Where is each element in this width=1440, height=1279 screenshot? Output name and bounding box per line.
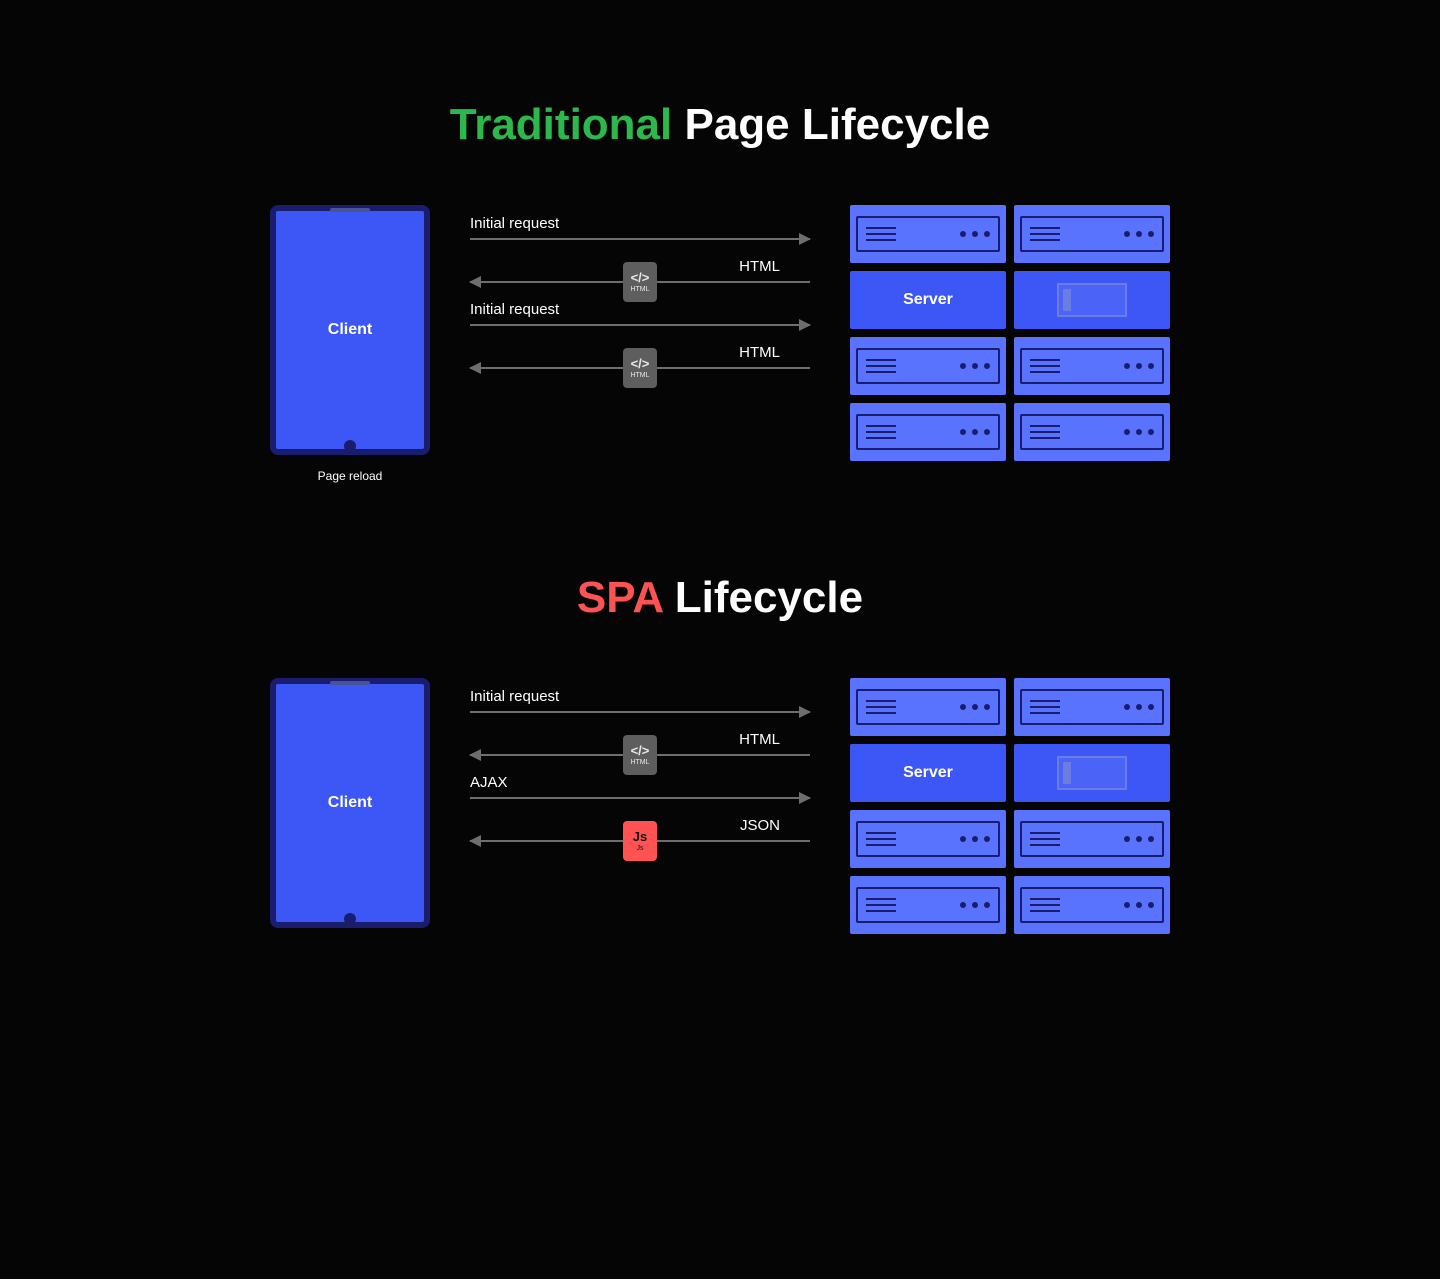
arrow-row: Initial request <box>470 215 810 240</box>
html-file-icon: </> HTML <box>623 735 657 775</box>
server-rack-icon <box>1014 810 1170 868</box>
server-rack-icon <box>850 678 1006 736</box>
arrow-left-icon: </> HTML <box>470 281 810 283</box>
arrow-right-icon <box>470 711 810 713</box>
file-glyph: </> <box>631 357 650 370</box>
server-rack-icon <box>1014 337 1170 395</box>
server-label: Server <box>850 271 1006 329</box>
server-rack-icon <box>1014 876 1170 934</box>
server-rack-icon <box>1014 678 1170 736</box>
server-rack-icon <box>850 403 1006 461</box>
diagram-spa: Client Initial request HTML </> HTML AJA… <box>137 678 1303 934</box>
client-phone-icon: Client <box>270 205 430 455</box>
file-caption: HTML <box>630 286 649 293</box>
arrow-left-icon: </> HTML <box>470 367 810 369</box>
file-glyph: </> <box>631 744 650 757</box>
title-rest: Lifecycle <box>675 573 863 622</box>
arrow-left-icon: </> HTML <box>470 754 810 756</box>
arrow-left-icon: Js Js <box>470 840 810 842</box>
server-rack-icon <box>1014 403 1170 461</box>
js-file-icon: Js Js <box>623 821 657 861</box>
arrow-right-icon <box>470 238 810 240</box>
arrow-row: HTML </> HTML <box>470 258 810 283</box>
title-rest: Page Lifecycle <box>684 100 990 149</box>
html-file-icon: </> HTML <box>623 262 657 302</box>
server-label: Server <box>850 744 1006 802</box>
client-label: Client <box>328 794 372 812</box>
server-monitor-icon <box>1014 744 1170 802</box>
file-glyph: Js <box>633 830 647 843</box>
server-rack-icon <box>850 337 1006 395</box>
arrow-row: HTML </> HTML <box>470 731 810 756</box>
file-caption: HTML <box>630 372 649 379</box>
arrows-column-2: Initial request HTML </> HTML AJAX JSON <box>470 678 810 860</box>
client-caption: Page reload <box>270 469 430 483</box>
client-column: Client <box>270 678 430 928</box>
arrow-label: AJAX <box>470 774 810 791</box>
server-rack-icon <box>1014 205 1170 263</box>
arrow-row: HTML </> HTML <box>470 344 810 369</box>
file-caption: Js <box>637 845 644 852</box>
server-monitor-icon <box>1014 271 1170 329</box>
server-column: Server <box>850 205 1170 461</box>
diagram-traditional: Client Page reload Initial request HTML … <box>137 205 1303 483</box>
server-column: Server <box>850 678 1170 934</box>
arrows-column-1: Initial request HTML </> HTML Initial re… <box>470 205 810 387</box>
title-accent: Traditional <box>450 100 672 149</box>
file-glyph: </> <box>631 271 650 284</box>
arrow-row: Initial request <box>470 301 810 326</box>
server-rack-icon <box>850 810 1006 868</box>
arrow-right-icon <box>470 324 810 326</box>
title-traditional: Traditional Page Lifecycle <box>137 100 1303 150</box>
arrow-label: Initial request <box>470 215 810 232</box>
server-rack-icon <box>850 205 1006 263</box>
client-column: Client Page reload <box>270 205 430 483</box>
client-phone-icon: Client <box>270 678 430 928</box>
arrow-row: Initial request <box>470 688 810 713</box>
arrow-right-icon <box>470 797 810 799</box>
title-spa: SPA Lifecycle <box>137 573 1303 623</box>
file-caption: HTML <box>630 759 649 766</box>
client-label: Client <box>328 321 372 339</box>
server-rack-icon <box>850 876 1006 934</box>
arrow-label: Initial request <box>470 688 810 705</box>
arrow-label: Initial request <box>470 301 810 318</box>
html-file-icon: </> HTML <box>623 348 657 388</box>
arrow-row: JSON Js Js <box>470 817 810 842</box>
title-accent: SPA <box>577 573 663 622</box>
arrow-row: AJAX <box>470 774 810 799</box>
